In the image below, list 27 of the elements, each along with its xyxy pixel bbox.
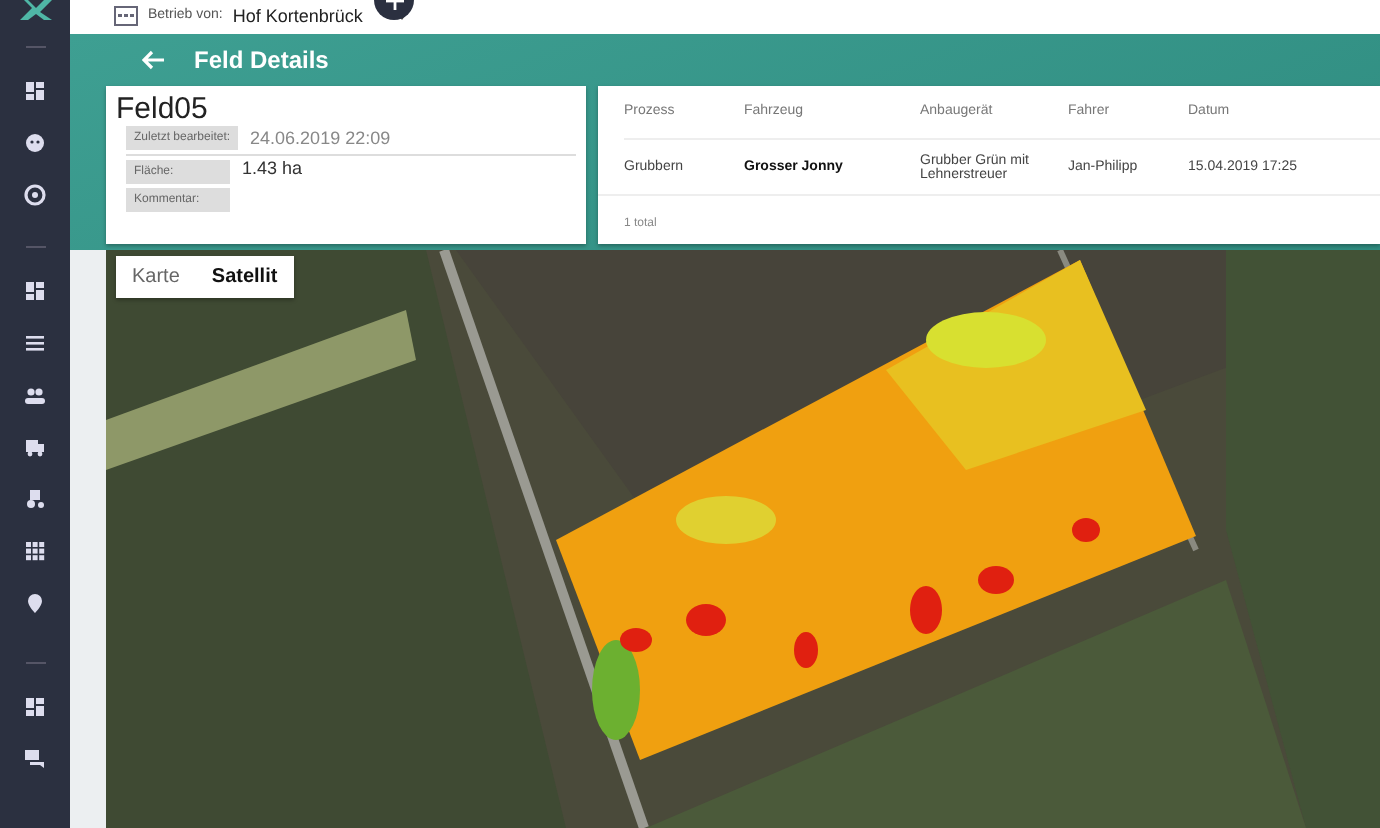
dashboard-icon[interactable] — [24, 695, 46, 717]
heat-patch — [676, 496, 776, 544]
list-icon[interactable] — [24, 331, 46, 353]
property-value: 1.43 ha — [242, 158, 303, 178]
grid-icon[interactable] — [24, 539, 46, 561]
truck-icon[interactable] — [24, 435, 46, 457]
heat-patch — [794, 632, 818, 668]
dashboard-icon[interactable] — [24, 279, 46, 301]
smiley-icon[interactable] — [24, 131, 46, 153]
heat-patch — [1072, 518, 1100, 542]
location-pin-icon[interactable] — [24, 591, 46, 613]
farm-name[interactable]: Hof Kortenbrück — [232, 5, 363, 25]
heat-patch — [686, 604, 726, 636]
field-name: Feld05 — [116, 92, 210, 126]
heat-patch — [910, 586, 942, 634]
heat-patch — [926, 312, 1046, 368]
page-title: Feld Details — [194, 46, 329, 74]
logo-icon — [15, 0, 55, 20]
dashboard-icon[interactable] — [24, 79, 46, 101]
edited-value: 24.06.2019 22:09 — [250, 128, 391, 148]
heat-patch — [978, 566, 1014, 594]
calendar-icon — [114, 5, 138, 25]
back-arrow-icon[interactable] — [142, 50, 166, 70]
chat-icon[interactable] — [24, 747, 46, 769]
map-type-tab[interactable]: Satellit — [195, 256, 294, 298]
people-icon[interactable] — [24, 383, 46, 405]
map-type-tab[interactable]: Karte — [116, 256, 196, 298]
